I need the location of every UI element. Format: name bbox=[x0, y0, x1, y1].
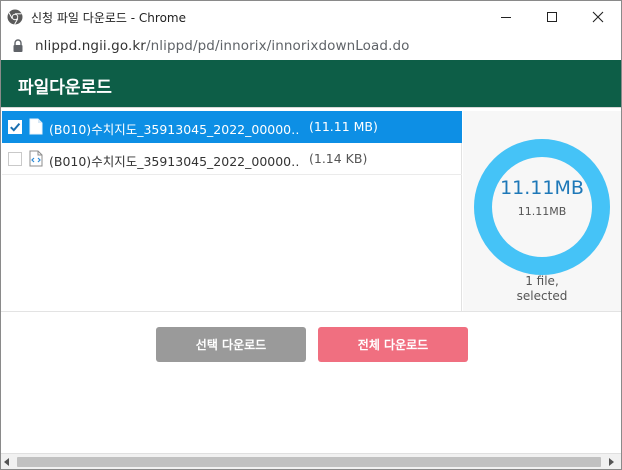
file-size: (1.14 KB) bbox=[309, 151, 368, 166]
file-name: (B010)수치지도_35913045_2022_00000… bbox=[49, 122, 299, 137]
lock-icon bbox=[13, 39, 23, 52]
selection-info: 1 file, selected bbox=[463, 274, 621, 304]
maximize-button[interactable] bbox=[529, 1, 575, 33]
checkmark-icon bbox=[10, 122, 21, 132]
scroll-left-icon[interactable] bbox=[4, 458, 9, 466]
scrollbar-thumb[interactable] bbox=[17, 457, 601, 467]
close-icon bbox=[592, 11, 604, 23]
selected-size: 11.11MB bbox=[517, 205, 567, 218]
horizontal-scrollbar[interactable] bbox=[1, 453, 621, 469]
close-button[interactable] bbox=[575, 1, 621, 33]
page-title: 파일다운로드 bbox=[18, 78, 112, 98]
title-bar: 신청 파일 다운로드 - Chrome bbox=[1, 1, 621, 33]
download-all-button[interactable]: 전체 다운로드 bbox=[318, 327, 468, 362]
file-row[interactable]: (B010)수치지도_35913045_2022_00000… (11.11 M… bbox=[2, 111, 462, 143]
file-size: (11.11 MB) bbox=[309, 119, 378, 134]
address-bar[interactable]: nlippd.ngii.go.kr/nlippd/pd/innorix/inno… bbox=[1, 33, 621, 59]
file-list: (B010)수치지도_35913045_2022_00000… (11.11 M… bbox=[2, 111, 462, 311]
file-checkbox[interactable] bbox=[8, 120, 22, 134]
selection-summary-panel: 11.11MB 11.11MB 1 file, selected bbox=[463, 111, 621, 311]
file-icon bbox=[29, 118, 43, 135]
minimize-icon bbox=[501, 17, 511, 18]
file-row[interactable]: (B010)수치지도_35913045_2022_00000… (1.14 KB… bbox=[2, 143, 462, 175]
window-title: 신청 파일 다운로드 - Chrome bbox=[31, 11, 186, 25]
scroll-right-icon[interactable] bbox=[609, 458, 614, 466]
file-name: (B010)수치지도_35913045_2022_00000… bbox=[49, 154, 299, 169]
download-content: (B010)수치지도_35913045_2022_00000… (11.11 M… bbox=[1, 107, 621, 312]
selected-label: selected bbox=[516, 289, 568, 303]
url-text: nlippd.ngii.go.kr/nlippd/pd/innorix/inno… bbox=[35, 38, 410, 54]
chrome-icon bbox=[7, 9, 23, 25]
file-checkbox[interactable] bbox=[8, 152, 22, 166]
download-header: 파일다운로드 bbox=[1, 60, 621, 107]
download-selected-button[interactable]: 선택 다운로드 bbox=[156, 327, 306, 362]
minimize-button[interactable] bbox=[483, 1, 529, 33]
code-file-icon bbox=[29, 150, 43, 167]
selected-count: 1 file, bbox=[525, 274, 559, 288]
total-size: 11.11MB bbox=[500, 177, 584, 199]
browser-popup-window: 신청 파일 다운로드 - Chrome nlippd.ngii.go.kr/nl… bbox=[0, 0, 622, 470]
maximize-icon bbox=[547, 12, 557, 22]
url-path: /nlippd/pd/innorix/innorixdownLoad.do bbox=[145, 38, 410, 54]
url-host: nlippd.ngii.go.kr bbox=[35, 38, 146, 54]
